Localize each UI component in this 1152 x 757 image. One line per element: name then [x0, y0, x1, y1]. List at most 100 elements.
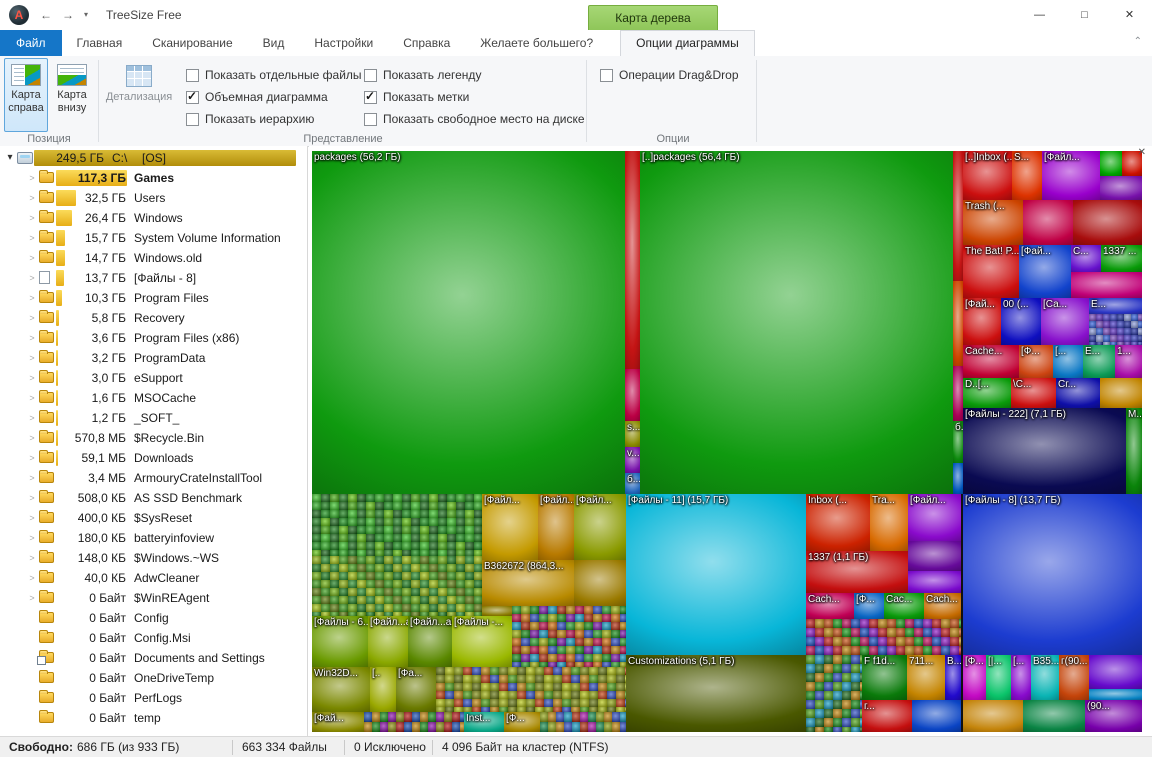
treemap-cell[interactable] [611, 622, 620, 630]
treemap-cell[interactable] [438, 534, 447, 542]
treemap-cell[interactable] [393, 534, 402, 542]
tree-row[interactable]: >32,5 ГБUsers [0, 188, 307, 208]
tree-row[interactable]: >400,0 КБ$SysReset [0, 508, 307, 528]
ribbon-tab-scan[interactable]: Сканирование [137, 30, 247, 56]
treemap-cell[interactable] [932, 637, 941, 646]
treemap-cell[interactable]: [Файлы - 8] (13,7 ГБ) [963, 494, 1142, 655]
treemap-cell[interactable] [575, 638, 584, 646]
expand-chevron-icon[interactable]: > [26, 188, 38, 208]
treemap-cell[interactable] [312, 572, 321, 580]
treemap-cell[interactable] [330, 596, 339, 604]
treemap-cell[interactable] [465, 534, 474, 542]
treemap-cell[interactable]: [|... [986, 655, 1011, 700]
treemap-cell[interactable] [321, 510, 330, 518]
treemap-cell[interactable] [312, 526, 321, 534]
treemap-cell[interactable] [1110, 328, 1117, 335]
treemap-cell[interactable]: [..]packages (56,4 ГБ) [640, 151, 953, 494]
treemap-cell[interactable] [438, 588, 447, 596]
treemap-cell[interactable] [330, 580, 339, 588]
ribbon-tab-diagram[interactable]: Опции диаграммы [620, 30, 755, 56]
treemap-cell[interactable] [330, 572, 339, 580]
treemap-cell[interactable] [566, 622, 575, 630]
treemap-cell[interactable] [472, 699, 481, 707]
treemap-cell[interactable]: [Ф... [1019, 345, 1053, 378]
treemap-cell[interactable] [447, 502, 456, 510]
treemap-cell[interactable] [366, 510, 375, 518]
treemap-cell[interactable] [530, 630, 539, 638]
tree-row[interactable]: 0 БайтConfig [0, 608, 307, 628]
treemap-cell[interactable] [851, 727, 860, 732]
treemap-cell[interactable] [512, 606, 521, 614]
treemap-cell[interactable] [384, 564, 393, 572]
treemap-cell[interactable] [539, 646, 548, 654]
treemap-cell[interactable] [411, 494, 420, 502]
treemap-cell[interactable] [375, 572, 384, 580]
treemap-cell[interactable] [824, 664, 833, 673]
treemap-cell[interactable] [616, 675, 625, 683]
treemap-cell[interactable] [429, 604, 438, 612]
treemap-cell[interactable] [517, 675, 526, 683]
treemap-cell[interactable] [339, 518, 348, 526]
treemap-cell[interactable] [557, 630, 566, 638]
treemap-cell[interactable] [481, 675, 490, 683]
treemap-cell[interactable] [824, 646, 833, 655]
treemap-cell[interactable] [447, 596, 456, 604]
treemap-cell[interactable] [887, 619, 896, 628]
treemap-cell[interactable]: Inst... [464, 712, 504, 732]
treemap-cell[interactable]: [Фай... [312, 712, 364, 732]
treemap-cell[interactable] [330, 542, 339, 550]
expand-chevron-icon[interactable]: > [26, 568, 38, 588]
treemap-cell[interactable] [535, 675, 544, 683]
treemap-cell[interactable] [429, 588, 438, 596]
tree-row[interactable]: >15,7 ГБSystem Volume Information [0, 228, 307, 248]
treemap-cell[interactable] [959, 637, 961, 646]
treemap-cell[interactable] [404, 712, 412, 722]
treemap-cell[interactable] [481, 683, 490, 691]
treemap-cell[interactable] [447, 572, 456, 580]
treemap-cell[interactable] [914, 619, 923, 628]
treemap-cell[interactable] [321, 542, 330, 550]
treemap-cell[interactable] [402, 518, 411, 526]
treemap-cell[interactable] [833, 700, 842, 709]
treemap-cell[interactable] [499, 699, 508, 707]
back-icon[interactable]: ← [36, 4, 56, 26]
treemap-cell[interactable] [851, 619, 860, 628]
treemap-cell[interactable] [321, 604, 330, 612]
treemap-cell[interactable] [905, 628, 914, 637]
tree-row[interactable]: >117,3 ГБGames [0, 168, 307, 188]
treemap-cell[interactable] [1138, 314, 1142, 321]
treemap-cell[interactable] [465, 580, 474, 588]
treemap-cell[interactable] [941, 637, 950, 646]
treemap-cell[interactable] [474, 556, 482, 564]
treemap-cell[interactable] [580, 667, 589, 675]
treemap-cell[interactable] [372, 722, 380, 732]
treemap-cell[interactable] [508, 667, 517, 675]
treemap-cell[interactable] [499, 691, 508, 699]
treemap-cell[interactable] [1023, 700, 1085, 732]
treemap-cell[interactable] [602, 606, 611, 614]
treemap-cell[interactable] [456, 604, 465, 612]
treemap-cell[interactable] [950, 628, 959, 637]
treemap-cell[interactable] [312, 596, 321, 604]
treemap-cell[interactable] [512, 646, 521, 654]
treemap-cell[interactable] [512, 654, 521, 662]
treemap-cell[interactable]: B35... [1031, 655, 1059, 700]
treemap-cell[interactable]: [Фа... [396, 667, 436, 712]
treemap-cell[interactable] [521, 638, 530, 646]
treemap-cell[interactable] [589, 683, 598, 691]
treemap-cell[interactable] [463, 691, 472, 699]
treemap-close-icon[interactable]: ✕ [1138, 148, 1146, 158]
treemap-cell[interactable] [625, 369, 640, 421]
treemap-cell[interactable] [878, 619, 887, 628]
treemap-cell[interactable] [1131, 321, 1138, 328]
treemap-cell[interactable] [438, 596, 447, 604]
treemap-cell[interactable] [429, 580, 438, 588]
treemap-cell[interactable] [411, 542, 420, 550]
tree-row[interactable]: 0 БайтConfig.Msi [0, 628, 307, 648]
treemap-cell[interactable] [571, 683, 580, 691]
treemap-cell[interactable] [312, 534, 321, 542]
treemap-cell[interactable] [1103, 335, 1110, 342]
treemap-cell[interactable] [593, 630, 602, 638]
treemap-cell[interactable] [589, 691, 598, 699]
treemap-cell[interactable] [598, 699, 607, 707]
